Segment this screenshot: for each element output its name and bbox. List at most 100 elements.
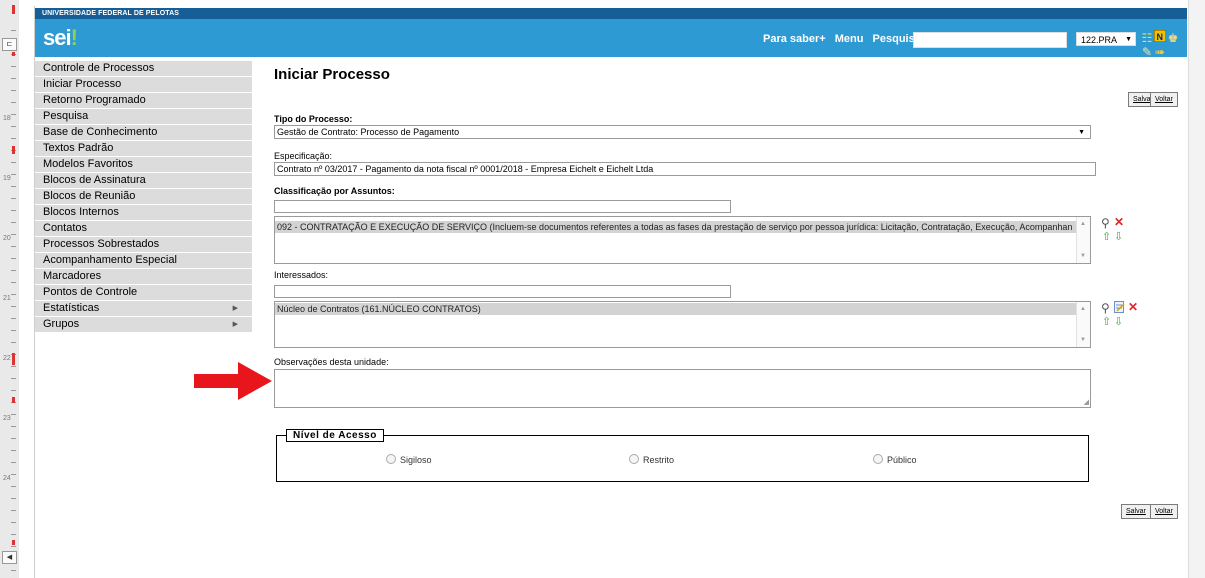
- menu-item[interactable]: Pesquisa: [35, 109, 252, 125]
- interessados-listbox[interactable]: Núcleo de Contratos (161.NÚCLEO CONTRATO…: [274, 301, 1091, 348]
- menu-item-label: Blocos de Assinatura: [43, 174, 146, 186]
- back-label: Voltar: [1155, 508, 1173, 515]
- menu-item-label: Acompanhamento Especial: [43, 254, 177, 266]
- ruler-number: 20: [3, 235, 11, 242]
- ruler-number: 21: [3, 295, 11, 302]
- notes-icon[interactable]: N: [1153, 29, 1167, 44]
- menu-item[interactable]: Iniciar Processo: [35, 77, 252, 93]
- ruler-number: 18: [3, 115, 11, 122]
- menu-item[interactable]: Textos Padrão: [35, 141, 252, 157]
- menu-item[interactable]: Acompanhamento Especial: [35, 253, 252, 269]
- header: sei! Para saber+ Menu Pesquisa 122.PRA ▼ …: [35, 19, 1187, 59]
- back-button-bottom[interactable]: Voltar: [1150, 504, 1178, 519]
- move-down-icon[interactable]: ⇩: [1114, 316, 1123, 329]
- logo-dot: !: [70, 25, 78, 50]
- radio-circle-icon[interactable]: [386, 454, 396, 464]
- ruler-marker: [12, 146, 15, 154]
- ruler-button[interactable]: ⊏: [2, 38, 17, 51]
- menu-item[interactable]: Blocos Internos: [35, 205, 252, 221]
- interessados-search-input[interactable]: [274, 285, 731, 298]
- svg-text:N: N: [1157, 32, 1164, 42]
- scroll-down-icon[interactable]: ▼: [1080, 337, 1086, 343]
- menu-item-label: Pontos de Controle: [43, 286, 138, 298]
- radio-sigiloso[interactable]: Sigiloso: [386, 454, 432, 465]
- observacoes-textarea[interactable]: ◢: [274, 369, 1091, 408]
- scroll-down-icon[interactable]: ▼: [1080, 253, 1086, 259]
- ruler-tick: [11, 138, 16, 139]
- interessados-item[interactable]: Núcleo de Contratos (161.NÚCLEO CONTRATO…: [275, 303, 1076, 315]
- edit-icon[interactable]: [1114, 301, 1125, 316]
- menu-item[interactable]: Base de Conhecimento: [35, 125, 252, 141]
- right-scroll-panel[interactable]: [1188, 0, 1205, 578]
- menu-item[interactable]: Contatos: [35, 221, 252, 237]
- tools-icon[interactable]: ✎: [1141, 45, 1153, 59]
- frame-border: [19, 6, 35, 578]
- remove-icon[interactable]: ✕: [1128, 301, 1138, 314]
- ruler-tick: [11, 390, 16, 391]
- logo-text: sei: [43, 25, 72, 50]
- radio-circle-icon[interactable]: [629, 454, 639, 464]
- radio-circle-icon[interactable]: [873, 454, 883, 464]
- back-button[interactable]: Voltar: [1150, 92, 1178, 107]
- menu-item[interactable]: Retorno Programado: [35, 93, 252, 109]
- exit-icon[interactable]: ➠: [1154, 45, 1166, 59]
- ruler-tick: [11, 510, 16, 511]
- menu-item[interactable]: Blocos de Assinatura: [35, 173, 252, 189]
- radio-publico[interactable]: Público: [873, 454, 917, 465]
- unit-select-value: 122.PRA: [1081, 35, 1118, 45]
- menu-item[interactable]: Estatísticas ▶: [35, 301, 252, 317]
- unit-select[interactable]: 122.PRA ▼: [1076, 32, 1136, 46]
- save-button-bottom[interactable]: Salvar: [1121, 504, 1151, 519]
- especificacao-input[interactable]: Contrato nº 03/2017 - Pagamento da nota …: [274, 162, 1096, 176]
- tipo-label: Tipo do Processo:: [274, 114, 353, 124]
- list-icon[interactable]: ☷: [1141, 31, 1153, 45]
- link-menu[interactable]: Menu: [835, 33, 864, 45]
- menu-item[interactable]: Pontos de Controle: [35, 285, 252, 301]
- tipo-select[interactable]: Gestão de Contrato: Processo de Pagament…: [274, 125, 1091, 139]
- classificacao-item[interactable]: 092 - CONTRATAÇÃO E EXECUÇÃO DE SERVIÇO …: [275, 221, 1076, 233]
- link-para-saber[interactable]: Para saber+: [763, 33, 826, 45]
- ruler-marker: [12, 540, 15, 545]
- ruler-tick: [11, 318, 16, 319]
- radio-sigiloso-label: Sigiloso: [400, 455, 432, 465]
- scrollbar[interactable]: ▲ ▼: [1076, 217, 1090, 263]
- ruler-tick: [11, 78, 16, 79]
- ruler-tick: [11, 162, 16, 163]
- move-down-icon[interactable]: ⇩: [1114, 231, 1123, 244]
- menu-item[interactable]: Grupos ▶: [35, 317, 252, 333]
- scrollbar[interactable]: ▲ ▼: [1076, 302, 1090, 347]
- scroll-up-icon[interactable]: ▲: [1080, 306, 1086, 312]
- menu-item-label: Processos Sobrestados: [43, 238, 160, 250]
- sei-logo[interactable]: sei!: [43, 25, 78, 51]
- ruler-tick: [11, 330, 16, 331]
- especificacao-label: Especificação:: [274, 151, 333, 161]
- classificacao-label: Classificação por Assuntos:: [274, 186, 395, 196]
- menu-item[interactable]: Processos Sobrestados: [35, 237, 252, 253]
- user-icon[interactable]: ♚: [1167, 31, 1179, 45]
- search-input[interactable]: [913, 32, 1067, 48]
- classificacao-listbox[interactable]: 092 - CONTRATAÇÃO E EXECUÇÃO DE SERVIÇO …: [274, 216, 1091, 264]
- ruler-tick: [11, 258, 16, 259]
- ruler-tick: [11, 546, 16, 547]
- scroll-up-icon[interactable]: ▲: [1080, 221, 1086, 227]
- menu-item[interactable]: Controle de Processos: [35, 61, 252, 77]
- menu-item[interactable]: Marcadores: [35, 269, 252, 285]
- classificacao-search-input[interactable]: [274, 200, 731, 213]
- ruler-tick: [11, 462, 16, 463]
- search-icon[interactable]: ⚲: [1101, 217, 1110, 230]
- move-up-icon[interactable]: ⇧: [1102, 231, 1111, 244]
- menu-item-label: Modelos Favoritos: [43, 158, 133, 170]
- ruler-tick: [11, 174, 16, 175]
- move-up-icon[interactable]: ⇧: [1102, 316, 1111, 329]
- menu-item[interactable]: Blocos de Reunião: [35, 189, 252, 205]
- ruler-scroll-icon[interactable]: ◀: [2, 551, 17, 564]
- radio-restrito[interactable]: Restrito: [629, 454, 674, 465]
- ruler-tick: [11, 450, 16, 451]
- ruler-tick: [11, 438, 16, 439]
- resize-handle-icon[interactable]: ◢: [1084, 398, 1089, 406]
- remove-icon[interactable]: ✕: [1114, 216, 1124, 229]
- menu-item[interactable]: Modelos Favoritos: [35, 157, 252, 173]
- search-icon[interactable]: ⚲: [1101, 302, 1110, 315]
- ruler-tick: [11, 126, 16, 127]
- ruler-tick: [11, 102, 16, 103]
